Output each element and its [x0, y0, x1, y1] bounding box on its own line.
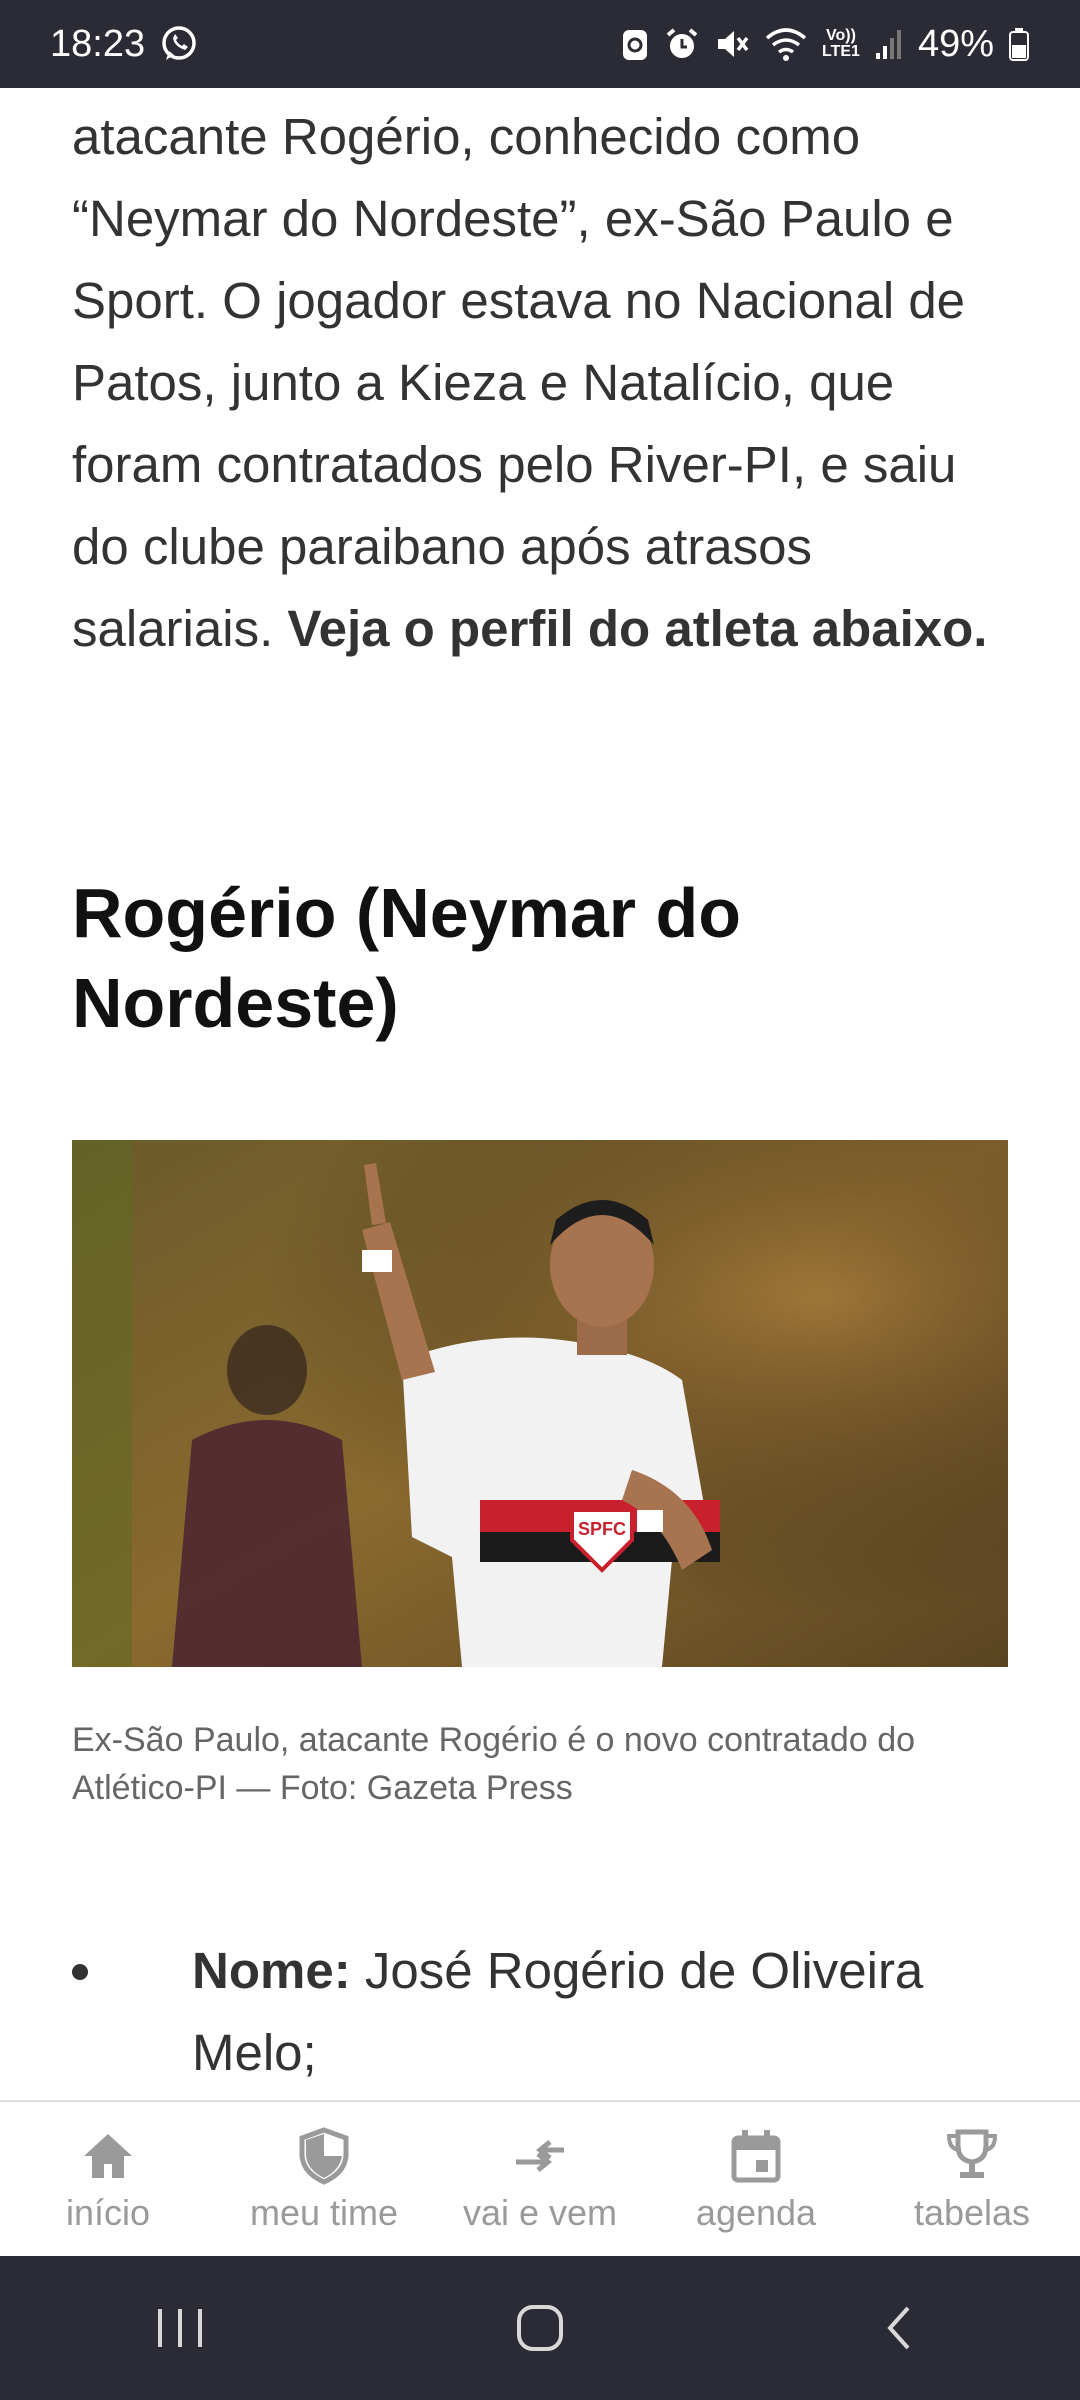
volte-lte-indicator: Vo)) LTE1 — [822, 28, 860, 60]
section-heading: Rogério (Neymar do Nordeste) — [72, 874, 741, 1042]
lead-text: atacante Rogério, conhecido como “Neymar… — [72, 108, 966, 657]
home-circle-icon — [517, 2305, 563, 2351]
nav-label: tabelas — [913, 2192, 1031, 2233]
crest-text: SPFC — [578, 1519, 626, 1539]
mute-icon — [714, 26, 750, 62]
status-right: Vo)) LTE1 49% — [620, 23, 1030, 66]
nav-label: vai e vem — [462, 2192, 618, 2233]
athlete-profile-list: Nome: José Rogério de Oliveira Melo; — [72, 1930, 1008, 2094]
nav-item-vai-e-vem[interactable]: vai e vem — [432, 2126, 648, 2234]
clock: 18:23 — [50, 22, 146, 65]
battery-icon — [1008, 26, 1030, 62]
nav-label: meu time — [249, 2192, 399, 2233]
recents-button[interactable] — [100, 2278, 260, 2378]
alarm-icon — [664, 26, 700, 62]
bullet-icon — [72, 1964, 88, 1980]
data-saver-icon — [620, 26, 650, 62]
nav-label: agenda — [695, 2192, 817, 2233]
calendar-icon — [731, 2130, 781, 2183]
photo-caption: Ex-São Paulo, atacante Rogério é o novo … — [72, 1721, 916, 1807]
nav-item-agenda[interactable]: agenda — [648, 2126, 864, 2234]
home-icon — [84, 2134, 132, 2178]
bottom-navigation: início meu time vai e vem agenda tabelas — [0, 2100, 1080, 2258]
transfer-arrows-icon — [516, 2140, 564, 2172]
recents-icon — [158, 2309, 202, 2347]
trophy-icon — [946, 2129, 998, 2178]
back-icon — [887, 2306, 910, 2350]
article-body: atacante Rogério, conhecido como “Neymar… — [72, 88, 1008, 670]
back-button[interactable] — [820, 2278, 980, 2378]
nav-item-meu-time[interactable]: meu time — [216, 2126, 432, 2234]
lead-bold-text: Veja o perfil do atleta abaixo. — [287, 600, 988, 657]
wifi-icon — [764, 26, 808, 62]
article-photo[interactable]: SPFC — [72, 1140, 1008, 1667]
battery-percent: 49% — [917, 22, 994, 65]
whatsapp-icon — [159, 24, 199, 64]
status-left: 18:23 — [50, 23, 199, 66]
volte-label: Vo)) — [826, 27, 856, 44]
list-item-label: Nome: — [192, 1942, 351, 1999]
lte-label: LTE1 — [822, 43, 860, 60]
player-photo-illustration: SPFC — [72, 1140, 1008, 1667]
list-item: Nome: José Rogério de Oliveira Melo; — [72, 1930, 1008, 2094]
nav-label: início — [65, 2192, 151, 2233]
nav-item-tabelas[interactable]: tabelas — [864, 2126, 1080, 2234]
system-navigation-bar — [0, 2256, 1080, 2400]
status-bar: 18:23 Vo)) LTE1 49% — [0, 0, 1080, 88]
lead-paragraph: atacante Rogério, conhecido como “Neymar… — [72, 96, 1008, 670]
home-button[interactable] — [460, 2278, 620, 2378]
signal-icon — [874, 27, 904, 61]
nav-item-inicio[interactable]: início — [0, 2126, 216, 2234]
shield-icon — [299, 2127, 349, 2185]
